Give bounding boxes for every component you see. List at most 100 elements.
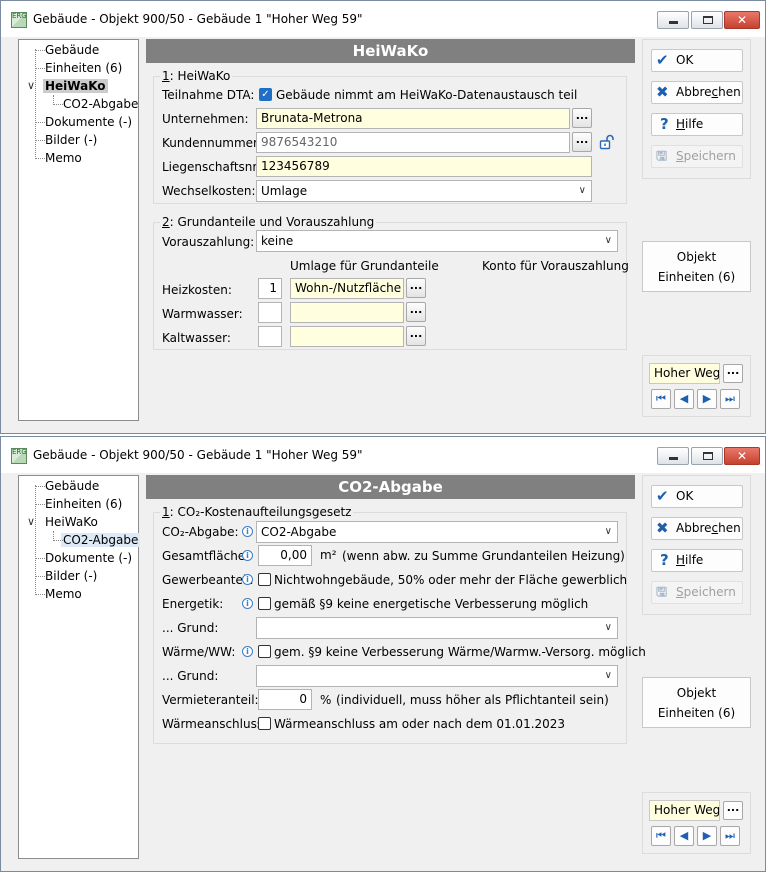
tree-item-heiwako[interactable]: ∨ HeiWaKo (19, 513, 100, 531)
minimize-button[interactable] (657, 11, 689, 29)
prev-record-icon[interactable]: ◀ (674, 389, 694, 409)
waermeanschluss-text[interactable]: Wärmeanschluss am oder nach dem 01.01.20… (274, 716, 565, 732)
close-button[interactable]: ✕ (724, 11, 760, 29)
tree-item-bilder[interactable]: Bilder (-) (19, 131, 99, 149)
unlock-icon[interactable] (599, 134, 615, 150)
co2-abgabe-select[interactable]: CO2-Abgabe ∨ (256, 521, 618, 543)
save-button[interactable]: 🖫 Speichern (651, 581, 743, 604)
kaltwasser-browse-button[interactable]: ... (406, 326, 426, 346)
kundennummer-field[interactable]: 9876543210 (256, 132, 570, 153)
tree-item-einheiten[interactable]: Einheiten (6) (19, 495, 124, 513)
navigation-tree: Gebäude Einheiten (6) ∨ HeiWaKo CO2-Abgab… (18, 475, 141, 859)
record-browse-button[interactable]: ... (723, 364, 743, 383)
last-record-icon[interactable]: ⏭ (720, 389, 740, 409)
minimize-button[interactable] (657, 447, 689, 465)
ok-button[interactable]: ✔ OK (651, 485, 743, 508)
teilnahme-text[interactable]: Gebäude nimmt am HeiWaKo-Datenaustausch … (276, 87, 577, 103)
heizkosten-number[interactable]: 1 (258, 278, 282, 299)
objekt-einheiten-button[interactable]: Objekt Einheiten (6) (642, 241, 751, 292)
cancel-button[interactable]: ✖ Abbrechen (651, 517, 743, 540)
record-browse-button[interactable]: ... (723, 801, 743, 820)
info-icon[interactable]: i (242, 526, 253, 537)
grund1-label: ... Grund: (162, 621, 219, 635)
teilnahme-checkbox[interactable]: ✓ (259, 88, 272, 101)
tree-item-einheiten[interactable]: Einheiten (6) (19, 59, 124, 77)
tree-item-heiwako[interactable]: ∨ HeiWaKo (19, 77, 108, 95)
window-heiwako: ERG Gebäude - Objekt 900/50 - Gebäude 1 … (0, 0, 766, 434)
unternehmen-field[interactable]: Brunata-Metrona (256, 108, 570, 129)
energetik-checkbox[interactable] (258, 597, 271, 610)
energetik-text[interactable]: gemäß §9 keine energetische Verbesserung… (274, 596, 588, 612)
navigation-tree: Gebäude Einheiten (6) ∨ HeiWaKo CO2-Abgab… (18, 39, 139, 421)
gesamtflaeche-field[interactable]: 0,00 (258, 545, 312, 566)
info-icon[interactable]: i (242, 646, 253, 657)
gesamtflaeche-unit: m² (320, 548, 337, 562)
kundennummer-browse-button[interactable]: ... (572, 132, 592, 152)
tree-item-label: Einheiten (6) (45, 61, 123, 75)
save-button[interactable]: 🖫 Speichern (651, 145, 743, 168)
last-record-icon[interactable]: ⏭ (720, 826, 740, 846)
grund2-select[interactable]: ∨ (256, 665, 618, 687)
title-bar[interactable]: ERG Gebäude - Objekt 900/50 - Gebäude 1 … (1, 1, 765, 37)
help-button[interactable]: ? Hilfe (651, 113, 743, 136)
prev-record-icon[interactable]: ◀ (674, 826, 694, 846)
objekt-label: Objekt (676, 250, 717, 264)
tree-item-memo[interactable]: Memo (19, 585, 84, 603)
title-bar[interactable]: ERG Gebäude - Objekt 900/50 - Gebäude 1 … (1, 437, 765, 473)
tree-item-memo[interactable]: Memo (19, 149, 84, 167)
warmwasser-umlage-field[interactable] (290, 302, 404, 323)
kaltwasser-number[interactable] (258, 326, 282, 347)
close-button[interactable]: ✕ (724, 447, 760, 465)
help-label: Hilfe (676, 553, 704, 567)
warmwasser-browse-button[interactable]: ... (406, 302, 426, 322)
ok-button[interactable]: ✔ OK (651, 49, 743, 72)
objekt-einheiten-button[interactable]: Objekt Einheiten (6) (642, 677, 751, 728)
waermeanschluss-checkbox[interactable] (258, 717, 271, 730)
waerme-ww-label: Wärme/WW: (162, 645, 236, 659)
tree-item-gebaeude[interactable]: Gebäude (19, 477, 101, 495)
tree-item-co2-abgabe[interactable]: CO2-Abgabe (19, 95, 140, 113)
record-field[interactable]: Hoher Weg 59 (649, 363, 720, 384)
chevron-down-icon[interactable]: ∨ (27, 513, 35, 531)
maximize-button[interactable] (691, 11, 723, 29)
unternehmen-browse-button[interactable]: ... (572, 108, 592, 128)
info-icon[interactable]: i (242, 598, 253, 609)
grund1-select[interactable]: ∨ (256, 617, 618, 639)
first-record-icon[interactable]: ⏮ (651, 826, 671, 846)
cancel-button[interactable]: ✖ Abbrechen (651, 81, 743, 104)
wechselkosten-select[interactable]: Umlage ∨ (256, 180, 592, 202)
info-icon[interactable]: i (242, 550, 253, 561)
waerme-ww-checkbox[interactable] (258, 645, 271, 658)
warmwasser-label: Warmwasser: (162, 307, 243, 321)
heizkosten-umlage-field[interactable]: Wohn-/Nutzfläche (290, 278, 404, 299)
vermieteranteil-field[interactable]: 0 (258, 689, 312, 710)
next-record-icon[interactable]: ▶ (697, 826, 717, 846)
vorauszahlung-select[interactable]: keine ∨ (256, 230, 618, 252)
first-record-icon[interactable]: ⏮ (651, 389, 671, 409)
tree-item-gebaeude[interactable]: Gebäude (19, 41, 101, 59)
waermeanschluss-label: Wärmeanschluss: (162, 717, 268, 731)
heizkosten-browse-button[interactable]: ... (406, 278, 426, 298)
tree-item-dokumente[interactable]: Dokumente (-) (19, 113, 134, 131)
heizkosten-label: Heizkosten: (162, 283, 232, 297)
gesamtflaeche-note: (wenn abw. zu Summe Grundanteilen Heizun… (342, 549, 625, 563)
kaltwasser-umlage-field[interactable] (290, 326, 404, 347)
liegenschaft-field[interactable]: 123456789 (256, 156, 592, 177)
gewerbeanteil-checkbox[interactable] (258, 573, 271, 586)
gewerbeanteil-text[interactable]: Nichtwohngebäude, 50% oder mehr der Fläc… (274, 572, 627, 588)
tree-item-label: CO2-Abgabe (63, 97, 139, 111)
waerme-ww-text[interactable]: gem. §9 keine Verbesserung Wärme/Warmw.-… (274, 644, 646, 660)
help-button[interactable]: ? Hilfe (651, 549, 743, 572)
chevron-down-icon: ∨ (604, 526, 612, 537)
chevron-down-icon[interactable]: ∨ (27, 77, 35, 95)
tree-item-dokumente[interactable]: Dokumente (-) (19, 549, 134, 567)
tree-item-label: Dokumente (-) (45, 115, 133, 129)
tree-item-co2-abgabe[interactable]: CO2-Abgabe (19, 531, 141, 549)
co2-abgabe-label: CO₂-Abgabe: (162, 525, 239, 539)
record-field[interactable]: Hoher Weg 59 (649, 800, 720, 821)
tree-item-bilder[interactable]: Bilder (-) (19, 567, 99, 585)
info-icon[interactable]: i (242, 574, 253, 585)
next-record-icon[interactable]: ▶ (697, 389, 717, 409)
maximize-button[interactable] (691, 447, 723, 465)
warmwasser-number[interactable] (258, 302, 282, 323)
